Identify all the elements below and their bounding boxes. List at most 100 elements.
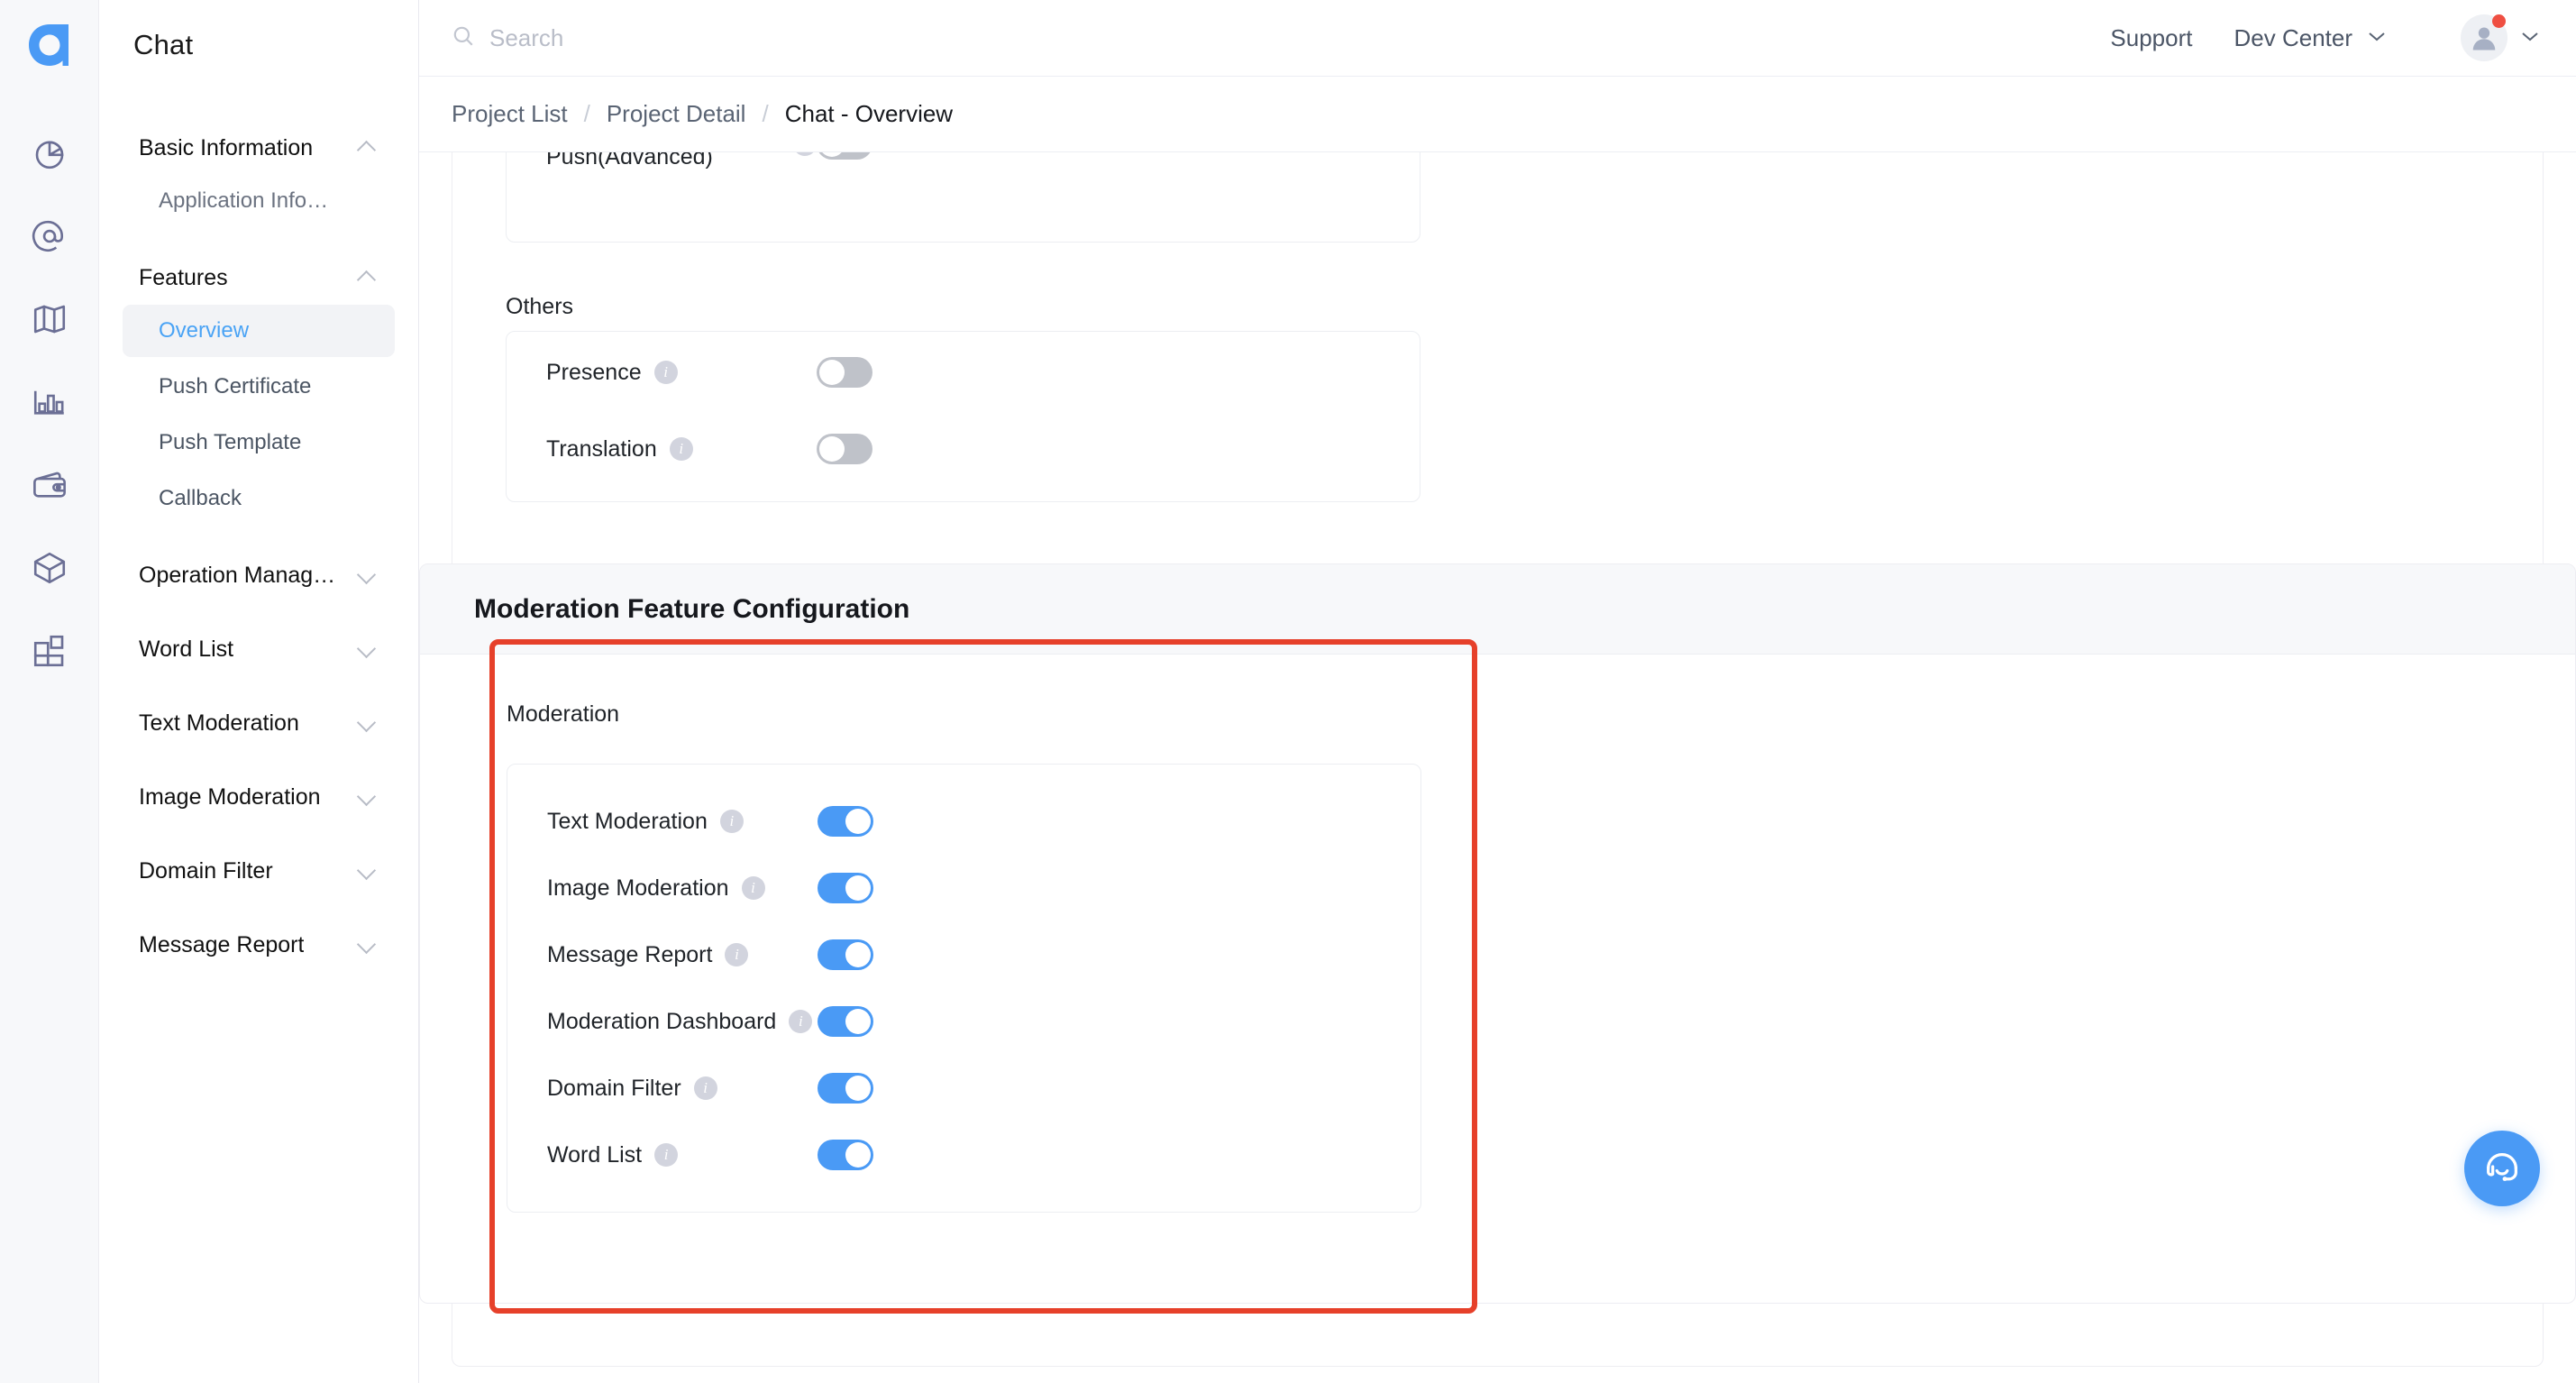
sidebar-group-features[interactable]: Features (123, 254, 395, 301)
rail-item-map[interactable] (14, 279, 85, 362)
row-image-moderation: Image Moderation i (507, 855, 1420, 921)
bar-chart-icon (31, 383, 69, 426)
chevron-down-icon (357, 718, 377, 728)
chevron-down-icon (357, 866, 377, 876)
info-icon[interactable]: i (669, 437, 693, 461)
sidebar-group-text-moderation[interactable]: Text Moderation (123, 700, 395, 746)
moderation-feature-card: Moderation Feature Configuration Moderat… (419, 563, 2576, 1304)
headset-support-icon (2481, 1146, 2523, 1192)
toggle-moderation-dashboard[interactable] (818, 1006, 873, 1037)
breadcrumb-current: Chat - Overview (784, 100, 954, 127)
toggle-text-moderation[interactable] (818, 806, 873, 837)
package-box-icon (31, 549, 69, 591)
row-label: Presence (546, 359, 642, 385)
sidebar-item-push-certificate[interactable]: Push Certificate (123, 361, 395, 413)
rail-item-package[interactable] (14, 528, 85, 611)
row-label: Word List (547, 1141, 643, 1168)
info-icon[interactable]: i (725, 943, 749, 966)
toggle-knob (845, 809, 871, 834)
toggle-image-moderation[interactable] (818, 873, 873, 903)
row-offline-message-push: Offline Message Push(Advanced) i (507, 152, 1420, 198)
breadcrumb-separator: / (762, 100, 769, 127)
info-icon[interactable]: i (654, 1143, 679, 1167)
sidebar-group-domain-filter[interactable]: Domain Filter (123, 847, 395, 894)
sidebar-group-basic-information[interactable]: Basic Information (123, 124, 395, 171)
breadcrumb-separator: / (583, 100, 590, 127)
sidebar-group-label: Text Moderation (139, 710, 299, 736)
user-menu[interactable] (2461, 14, 2540, 61)
toggle-offline-message-push[interactable] (817, 152, 872, 160)
support-link[interactable]: Support (2110, 24, 2192, 52)
messaging-feature-box: Offline Message Push(Advanced) i (506, 152, 1420, 243)
search-icon (452, 24, 475, 52)
sidebar-item-label: Callback (159, 486, 242, 510)
row-moderation-dashboard: Moderation Dashboard i (507, 988, 1420, 1055)
top-bar: Search Support Dev Center (419, 0, 2576, 77)
row-label-group: Text Moderation i (547, 809, 818, 835)
row-label-group: Domain Filter i (547, 1076, 818, 1102)
chevron-down-icon (357, 792, 377, 802)
others-caption: Others (506, 294, 574, 319)
info-icon[interactable]: i (741, 876, 765, 900)
info-icon[interactable]: i (789, 1010, 813, 1033)
apps-grid-icon (31, 632, 69, 674)
breadcrumb-project-detail[interactable]: Project Detail (607, 100, 746, 128)
sidebar-item-label: Push Certificate (159, 374, 312, 398)
info-icon[interactable]: i (719, 810, 744, 833)
rail-item-bar-chart[interactable] (14, 362, 85, 445)
row-domain-filter: Domain Filter i (507, 1055, 1420, 1122)
toggle-presence[interactable] (817, 357, 872, 388)
chevron-down-icon (357, 939, 377, 950)
toggle-knob (845, 1076, 871, 1101)
row-label: Offline Message Push(Advanced) (546, 152, 713, 169)
at-mention-icon (31, 217, 69, 260)
toggle-translation[interactable] (817, 434, 872, 464)
sidebar-item-overview[interactable]: Overview (123, 305, 395, 357)
sidebar-group-message-report[interactable]: Message Report (123, 921, 395, 968)
rail-item-mention[interactable] (14, 197, 85, 279)
sidebar-item-push-template[interactable]: Push Template (123, 417, 395, 469)
row-label: Image Moderation (547, 875, 729, 901)
row-label-group: Word List i (547, 1142, 818, 1168)
toggle-domain-filter[interactable] (818, 1073, 873, 1104)
dev-center-label: Dev Center (2233, 23, 2353, 51)
row-label-group: Image Moderation i (547, 875, 818, 902)
toggle-knob (845, 1142, 871, 1168)
pie-chart-icon (31, 134, 69, 177)
sidebar-item-label: Push Template (159, 430, 302, 454)
map-icon (31, 300, 69, 343)
nav-sidebar: Chat Basic Information Application Info…… (99, 0, 419, 1383)
breadcrumb-project-list[interactable]: Project List (452, 100, 568, 128)
sidebar-group-image-moderation[interactable]: Image Moderation (123, 774, 395, 820)
info-icon[interactable]: i (793, 152, 817, 156)
sidebar-title: Chat (133, 29, 194, 60)
toggle-knob (819, 436, 845, 462)
info-icon[interactable]: i (693, 1076, 717, 1100)
brand-logo-icon[interactable] (21, 16, 78, 74)
rail-item-pie-chart[interactable] (14, 114, 85, 197)
chevron-down-icon (2520, 30, 2540, 47)
row-label: Translation (546, 435, 657, 462)
others-feature-box: Presence i Translation i (506, 331, 1420, 502)
search-placeholder: Search (489, 23, 564, 51)
row-label-group: Offline Message Push(Advanced) i (546, 152, 817, 170)
row-presence: Presence i (507, 332, 1420, 413)
rail-item-apps[interactable] (14, 611, 85, 694)
sidebar-item-callback[interactable]: Callback (123, 472, 395, 525)
chevron-up-icon (357, 272, 377, 283)
row-label-group: Translation i (546, 436, 817, 463)
row-label-group: Presence i (546, 360, 817, 386)
info-icon[interactable]: i (653, 361, 678, 384)
toggle-knob (845, 1009, 871, 1034)
content-scroll-area[interactable]: Offline Message Push(Advanced) i Others … (419, 152, 2576, 1383)
support-chat-fab[interactable] (2464, 1131, 2540, 1206)
search-input[interactable]: Search (452, 24, 2110, 52)
sidebar-item-application-info[interactable]: Application Info… (123, 175, 395, 227)
dev-center-menu[interactable]: Dev Center (2234, 24, 2388, 52)
others-caption-wrap: Others (506, 294, 1420, 320)
sidebar-group-word-list[interactable]: Word List (123, 626, 395, 673)
toggle-message-report[interactable] (818, 939, 873, 970)
rail-item-wallet[interactable] (14, 445, 85, 528)
sidebar-group-operation-management[interactable]: Operation Manag… (123, 552, 395, 599)
toggle-word-list[interactable] (818, 1140, 873, 1170)
